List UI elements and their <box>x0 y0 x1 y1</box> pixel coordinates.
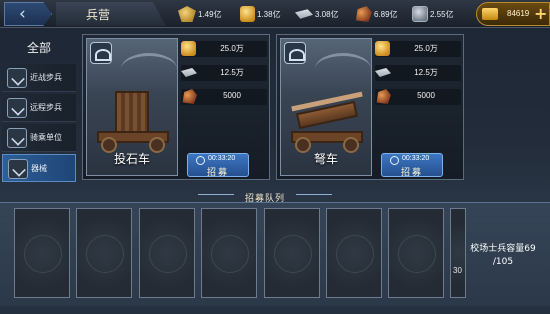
queue-slot[interactable] <box>264 208 320 298</box>
cost-gold-ore: 25.0万 <box>181 41 267 57</box>
resource-silver-value: 3.08亿 <box>315 9 339 19</box>
gold-ore-icon <box>375 41 390 56</box>
ornament-right <box>296 194 332 200</box>
iron-ore-icon <box>182 89 197 104</box>
top-bar: ‹ 兵营 1.49亿 1.38亿 3.08亿 6.89亿 2.55亿 84619… <box>0 0 550 28</box>
unit-card-catapult[interactable]: 投石车 25.0万 12.5万 5000 00:33:20 招募 <box>82 34 270 180</box>
gold-value: 84619 <box>507 9 530 18</box>
sidebar-item-cavalry[interactable]: 骑乘单位 <box>2 124 76 152</box>
cost-gold-ore: 25.0万 <box>375 41 461 57</box>
cost-silver: 12.5万 <box>181 65 267 81</box>
recruit-button[interactable]: 00:33:20 招募 <box>381 153 443 178</box>
sidebar-item-all[interactable]: 全部 <box>2 36 76 60</box>
resource-silver[interactable]: 3.08亿 <box>295 4 339 24</box>
plus-icon: + <box>534 4 548 23</box>
resource-coin[interactable]: 2.55亿 <box>412 4 454 24</box>
sidebar-item-melee[interactable]: 近战步兵 <box>2 64 76 92</box>
clock-icon <box>390 156 399 165</box>
ranged-infantry-icon <box>7 98 27 118</box>
cost-iron-ore: 5000 <box>181 89 267 105</box>
melee-infantry-icon <box>7 68 27 88</box>
resource-wheat[interactable]: 1.49亿 <box>178 4 222 24</box>
unit-type-emblem-icon <box>90 42 112 64</box>
cost-value: 12.5万 <box>414 68 438 77</box>
queue-slot[interactable] <box>201 208 257 298</box>
recruit-time: 00:33:20 <box>208 155 236 162</box>
cost-value: 25.0万 <box>414 44 438 53</box>
unit-portrait: 投石车 <box>86 38 178 176</box>
resource-iron-ore[interactable]: 6.89亿 <box>354 4 398 24</box>
queue-slot[interactable] <box>326 208 382 298</box>
recruit-queue-title: 招募队列 <box>244 194 285 204</box>
queue-slot[interactable] <box>76 208 132 298</box>
cost-value: 12.5万 <box>220 68 244 77</box>
page-title-tab: 兵营 <box>56 2 166 26</box>
siege-engine-icon <box>8 159 28 179</box>
wheat-icon <box>178 6 196 22</box>
sidebar-item-label: 远程步兵 <box>30 103 62 112</box>
recruit-button[interactable]: 00:33:20 招募 <box>187 153 249 178</box>
queue-slot[interactable] <box>388 208 444 298</box>
recruit-time: 00:33:20 <box>402 155 430 162</box>
clock-icon <box>196 156 205 165</box>
cavalry-icon <box>7 128 27 148</box>
iron-ore-icon <box>355 6 372 22</box>
resource-gold-ore-value: 1.38亿 <box>257 9 281 19</box>
silver-icon <box>375 68 391 77</box>
ballista-image <box>291 91 363 153</box>
recruit-label: 招募 <box>206 168 229 178</box>
sidebar-item-ranged[interactable]: 远程步兵 <box>2 94 76 122</box>
cost-value: 5000 <box>417 91 435 100</box>
ornament-left <box>198 194 234 200</box>
gold-purchase-button[interactable]: 84619 + <box>476 2 550 26</box>
sidebar-item-label: 器械 <box>31 164 47 173</box>
capacity-total: /105 <box>492 257 514 267</box>
dragon-decoration <box>315 53 371 85</box>
cost-iron-ore: 5000 <box>375 89 461 105</box>
cost-value: 25.0万 <box>220 44 244 53</box>
capacity-label: 校场士兵容量69 <box>470 244 536 254</box>
sidebar-item-siege[interactable]: 器械 <box>2 154 76 182</box>
back-button[interactable]: ‹ <box>4 2 52 26</box>
gold-ore-icon <box>240 6 255 22</box>
unit-name: 弩车 <box>313 152 338 166</box>
unit-portrait: 弩车 <box>280 38 372 176</box>
back-arrow-icon: ‹ <box>19 4 26 24</box>
resource-wheat-value: 1.49亿 <box>198 9 222 19</box>
recruit-queue-header: 招募队列 <box>190 186 340 204</box>
resource-coin-value: 2.55亿 <box>430 9 454 19</box>
silver-icon <box>295 9 313 19</box>
catapult-image <box>97 91 169 153</box>
unit-type-emblem-icon <box>284 42 306 64</box>
gold-bar-icon <box>482 8 498 20</box>
resource-iron-ore-value: 6.89亿 <box>374 9 398 19</box>
cost-value: 5000 <box>223 91 241 100</box>
unit-card-ballista[interactable]: 弩车 25.0万 12.5万 5000 00:33:20 招募 <box>276 34 464 180</box>
gold-ore-icon <box>181 41 196 56</box>
barracks-capacity: 校场士兵容量69 /105 <box>462 243 544 269</box>
recruit-label: 招募 <box>400 168 423 178</box>
cost-silver: 12.5万 <box>375 65 461 81</box>
resource-gold-ore[interactable]: 1.38亿 <box>240 4 281 24</box>
queue-slot[interactable] <box>14 208 70 298</box>
silver-icon <box>181 68 197 77</box>
queue-slot[interactable] <box>139 208 195 298</box>
queue-slot-partial-text: 30 <box>453 266 462 275</box>
coin-icon <box>412 6 428 22</box>
sidebar-item-label: 骑乘单位 <box>30 133 62 142</box>
sidebar-item-label: 近战步兵 <box>30 73 62 82</box>
unit-name: 投石车 <box>113 152 150 166</box>
iron-ore-icon <box>376 89 391 104</box>
page-title: 兵营 <box>86 8 111 22</box>
dragon-decoration <box>121 53 177 85</box>
